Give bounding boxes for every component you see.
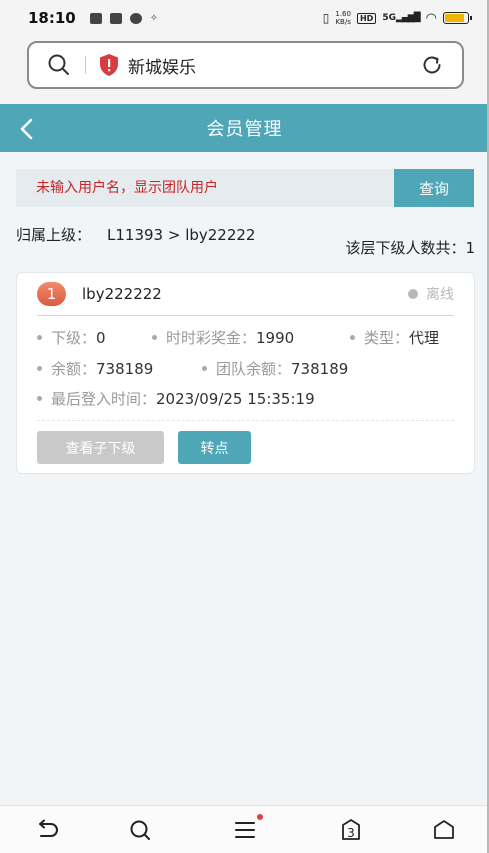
bullet-icon — [152, 335, 157, 340]
member-card-header: 1 lby222222 离线 — [17, 273, 474, 315]
tab-count: 3 — [347, 826, 355, 840]
back-button[interactable] — [12, 114, 42, 144]
username-search-input[interactable] — [16, 169, 394, 207]
bullet-icon — [350, 335, 355, 340]
vibrate-icon: ▯ — [322, 11, 330, 25]
crown-icon — [89, 12, 102, 24]
warning-shield-icon[interactable] — [98, 53, 120, 77]
field-value: 1990 — [256, 328, 295, 347]
view-sub-level-button[interactable]: 查看子下级 — [37, 431, 164, 464]
status-right: ▯ 1.60 KB/s HD 5G▂▄▆█ ◠ — [322, 10, 472, 26]
refresh-icon[interactable] — [420, 53, 444, 77]
status-label: 离线 — [426, 287, 454, 303]
hd-badge: HD — [356, 12, 377, 24]
browser-toolbar: 新城娱乐 — [0, 36, 489, 104]
breadcrumb-label: 归属上级： — [16, 226, 92, 244]
member-card: 1 lby222222 离线 下级： 0 时时彩奖金： 1990 类型： 代理 … — [16, 272, 475, 474]
member-username: lby222222 — [82, 285, 162, 303]
transfer-points-button[interactable]: 转点 — [178, 431, 251, 464]
status-bar: 18:10 ✧ ▯ 1.60 KB/s HD 5G▂▄▆█ ◠ — [0, 0, 489, 36]
header-title: 会员管理 — [206, 119, 283, 140]
status-time: 18:10 — [28, 9, 76, 27]
notification-icons: ✧ — [89, 12, 159, 24]
bonus-field: 时时彩奖金： 1990 — [152, 327, 294, 348]
search-icon[interactable] — [47, 53, 71, 77]
search-row: 查询 — [16, 169, 474, 207]
bullet-icon — [37, 396, 42, 401]
breadcrumb-path: L11393 > lby22222 — [107, 226, 256, 244]
level-member-count: 该层下级人数共：1 — [345, 239, 475, 257]
card-dashed-divider — [37, 420, 454, 421]
breadcrumb: 归属上级： L11393 > lby22222 — [16, 224, 255, 245]
signal-icon: 5G▂▄▆█ — [382, 13, 420, 23]
last-login-field: 最后登入时间： 2023/09/25 15:35:19 — [37, 388, 315, 409]
compass-icon — [129, 12, 142, 24]
bullet-icon — [202, 366, 207, 371]
query-button[interactable]: 查询 — [394, 169, 474, 207]
field-label: 最后登入时间： — [51, 390, 157, 408]
battery-icon — [443, 12, 472, 24]
address-separator — [85, 56, 86, 74]
nav-menu-button[interactable] — [231, 814, 263, 844]
status-dot-icon — [408, 289, 418, 299]
bullet-icon — [37, 335, 42, 340]
field-value: 0 — [96, 328, 106, 347]
nav-home-button[interactable] — [430, 816, 458, 844]
undo-arrow-icon — [39, 819, 58, 837]
sub-level-field: 下级： 0 — [37, 327, 106, 348]
app-header: 会员管理 — [0, 104, 489, 152]
field-value: 738189 — [96, 359, 154, 378]
bullet-icon — [37, 366, 42, 371]
field-value: 代理 — [409, 329, 440, 347]
home-icon — [434, 820, 454, 839]
nav-back-button[interactable] — [34, 816, 62, 844]
card-divider — [37, 315, 454, 316]
field-value: 2023/09/25 15:35:19 — [156, 389, 315, 408]
field-label: 时时彩奖金： — [166, 329, 257, 347]
field-label: 下级： — [51, 329, 97, 347]
notification-dot — [257, 814, 263, 820]
chevron-left-icon — [20, 118, 33, 140]
page-title[interactable]: 新城娱乐 — [128, 53, 196, 78]
nav-search-button[interactable] — [126, 816, 154, 844]
field-value: 738189 — [291, 359, 349, 378]
browser-bottom-nav: 3 — [0, 805, 489, 853]
translate-icon: ✧ — [149, 12, 159, 24]
search-icon — [130, 820, 150, 840]
nav-tabs-button[interactable]: 3 — [337, 816, 365, 844]
field-label: 类型： — [364, 329, 410, 347]
app-notification-icon — [109, 12, 122, 24]
address-bar[interactable]: 新城娱乐 — [27, 41, 464, 89]
team-balance-field: 团队余额： 738189 — [202, 358, 348, 379]
member-index-badge: 1 — [37, 282, 66, 306]
type-field: 类型： 代理 — [350, 327, 439, 348]
online-status: 离线 — [408, 284, 454, 304]
wifi-icon: ◠ — [425, 10, 437, 26]
menu-icon — [235, 822, 255, 838]
field-label: 团队余额： — [216, 360, 292, 378]
field-label: 余额： — [51, 360, 97, 378]
balance-field: 余额： 738189 — [37, 358, 153, 379]
network-speed: 1.60 KB/s — [335, 10, 351, 26]
